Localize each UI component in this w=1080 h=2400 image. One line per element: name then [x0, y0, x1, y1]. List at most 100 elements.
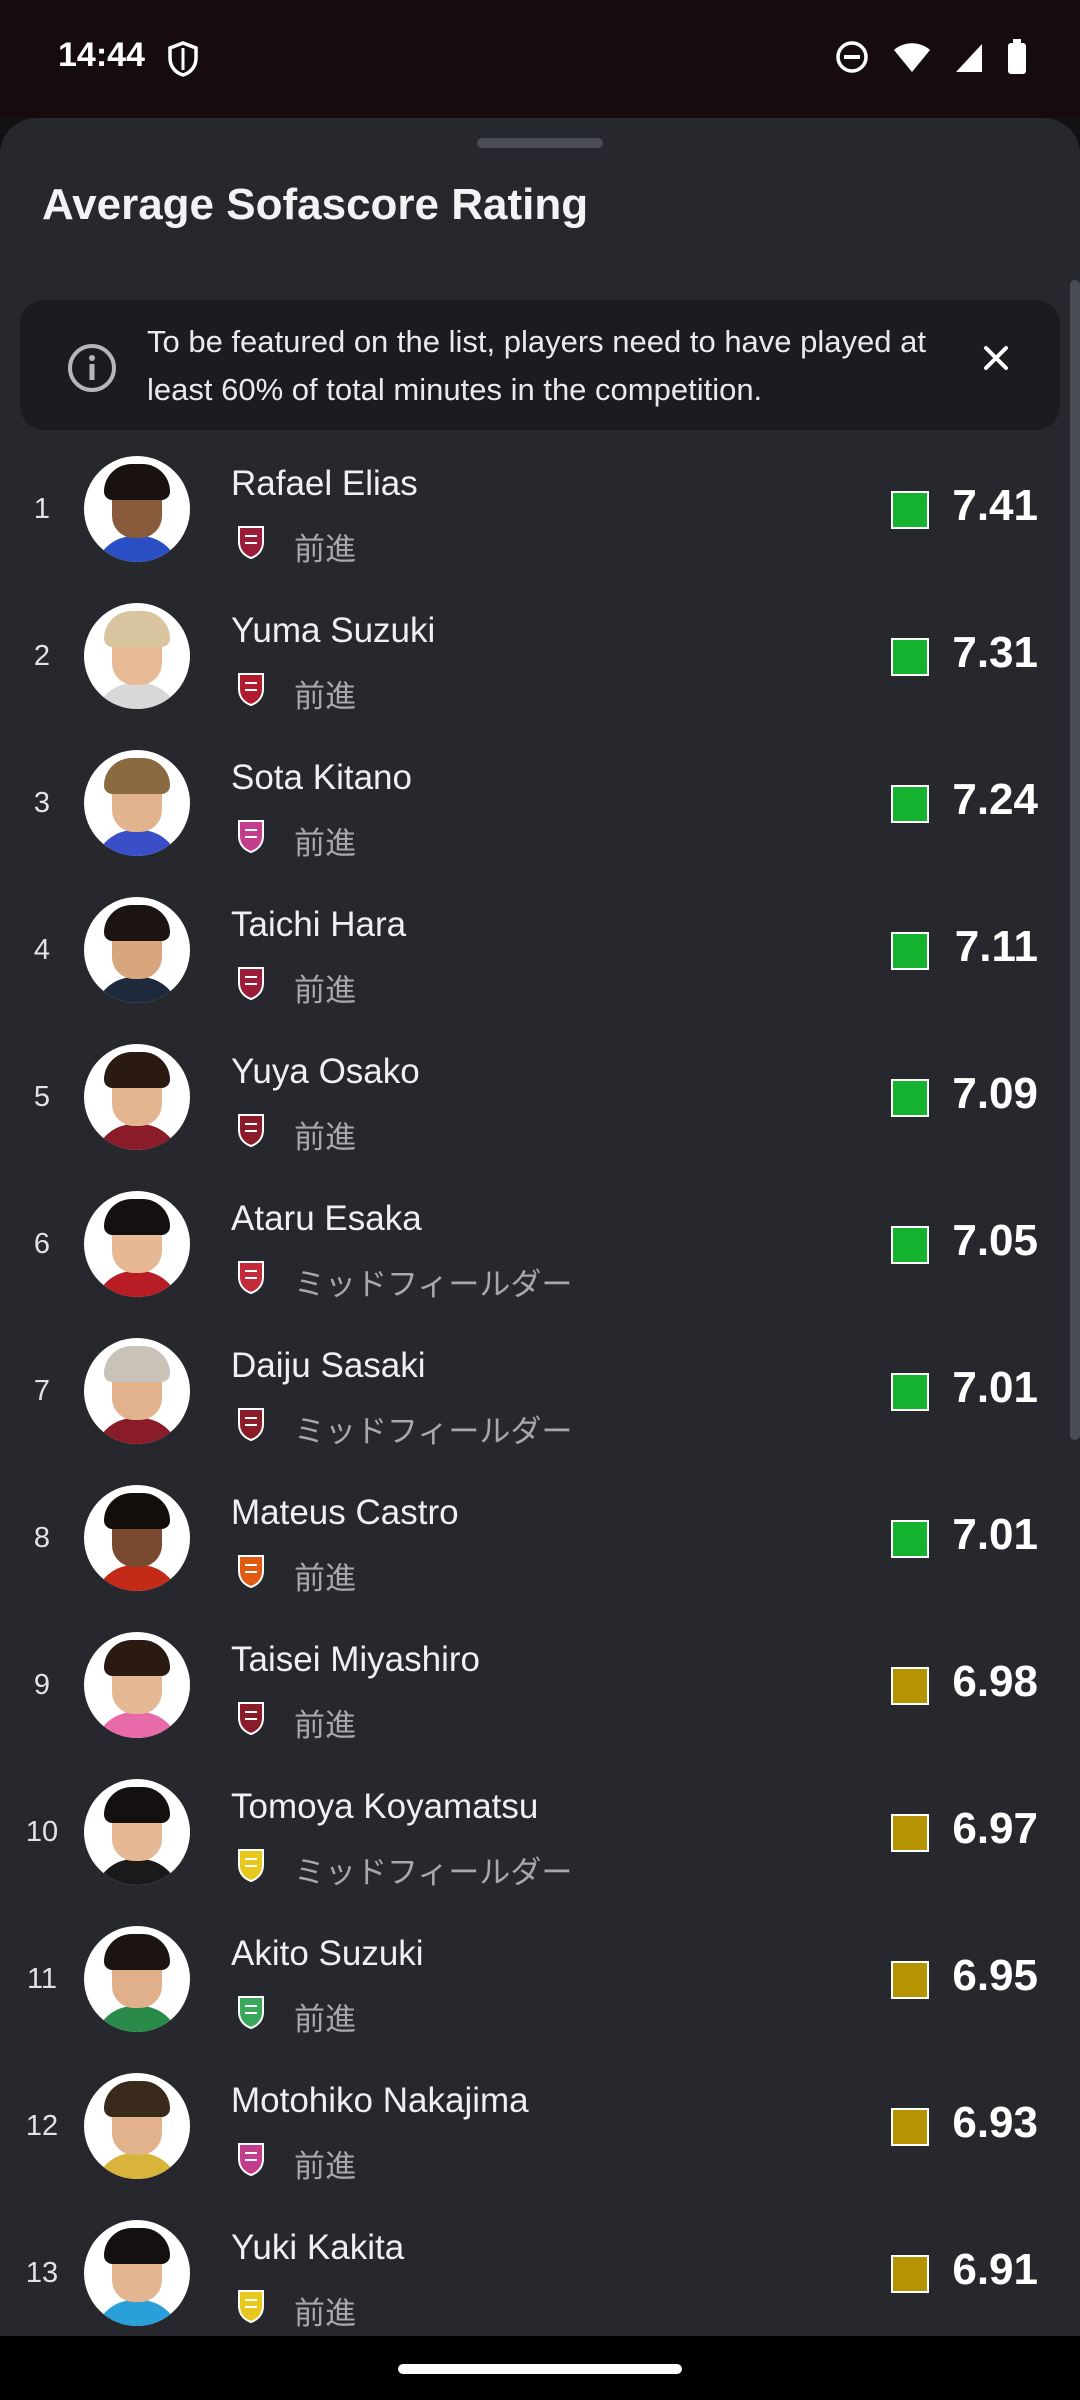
player-rank: 1 [33, 493, 51, 525]
close-icon[interactable] [976, 338, 1016, 378]
wifi-icon [892, 40, 932, 79]
info-banner: To be featured on the list, players need… [20, 300, 1060, 430]
player-name: Daiju Sasaki [231, 1346, 426, 1385]
player-rank: 8 [33, 1522, 51, 1554]
signal-icon [954, 40, 984, 79]
status-time: 14:44 [58, 36, 145, 74]
kyoto-sanga-badge-icon [236, 965, 266, 1001]
sheet-title: Average Sofascore Rating [42, 180, 589, 229]
player-name: Yuma Suzuki [231, 611, 436, 650]
rating-indicator [891, 2108, 929, 2146]
player-name: Taisei Miyashiro [231, 1640, 480, 1679]
vissel-kobe-badge-icon [236, 1700, 266, 1736]
player-rank: 9 [33, 1669, 51, 1701]
kashiwa-reysol-badge-icon [236, 1847, 266, 1883]
rating-indicator [891, 2255, 929, 2293]
rating-indicator [891, 785, 929, 823]
player-avatar [84, 2220, 190, 2326]
player-row[interactable]: 8 Mateus Castro 前進 7.01 [0, 1465, 1080, 1612]
player-name: Motohiko Nakajima [231, 2081, 529, 2120]
player-position: ミッドフィールダー [294, 1855, 573, 1890]
player-row[interactable]: 5 Yuya Osako 前進 7.09 [0, 1024, 1080, 1171]
player-position: 前進 [294, 532, 356, 567]
player-rank: 6 [33, 1228, 51, 1260]
status-bar: 14:44 [0, 0, 1080, 118]
rating-indicator [891, 491, 929, 529]
player-rank: 7 [33, 1375, 51, 1407]
player-row[interactable]: 1 Rafael Elias 前進 7.41 [0, 436, 1080, 583]
player-position: ミッドフィールダー [294, 1414, 573, 1449]
player-position: 前進 [294, 1708, 356, 1743]
player-rating: 6.93 [952, 2098, 1038, 2147]
player-rank: 13 [25, 2257, 59, 2289]
player-rating: 6.95 [952, 1951, 1038, 2000]
player-avatar [84, 1926, 190, 2032]
player-row[interactable]: 12 Motohiko Nakajima 前進 6.93 [0, 2053, 1080, 2200]
rating-indicator [891, 1520, 929, 1558]
player-row[interactable]: 6 Ataru Esaka ミッドフィールダー 7.05 [0, 1171, 1080, 1318]
player-avatar [84, 1044, 190, 1150]
player-position: 前進 [294, 2002, 356, 2037]
player-row[interactable]: 13 Yuki Kakita 前進 6.91 [0, 2200, 1080, 2336]
player-rank: 5 [33, 1081, 51, 1113]
player-rank: 10 [25, 1816, 59, 1848]
player-rating: 7.05 [952, 1216, 1038, 1265]
vissel-kobe-badge-icon [236, 1112, 266, 1148]
player-avatar [84, 1632, 190, 1738]
player-position: 前進 [294, 2296, 356, 2331]
fagiano-okayama-badge-icon [236, 1259, 266, 1295]
player-position: 前進 [294, 826, 356, 861]
player-rating: 7.01 [952, 1363, 1038, 1412]
shonan-bellmare-badge-icon [236, 1994, 266, 2030]
player-rank: 12 [25, 2110, 59, 2142]
player-name: Tomoya Koyamatsu [231, 1787, 539, 1826]
battery-icon [1006, 38, 1028, 81]
player-row[interactable]: 4 Taichi Hara 前進 7.11 [0, 877, 1080, 1024]
info-icon [66, 342, 118, 399]
rating-indicator [891, 932, 929, 970]
player-rating: 6.97 [952, 1804, 1038, 1853]
player-name: Yuya Osako [231, 1052, 420, 1091]
player-row[interactable]: 9 Taisei Miyashiro 前進 6.98 [0, 1612, 1080, 1759]
cerezo-osaka-badge-icon [236, 818, 266, 854]
player-avatar [84, 897, 190, 1003]
player-position: 前進 [294, 1120, 356, 1155]
player-avatar [84, 456, 190, 562]
nagoya-grampus-badge-icon [236, 1553, 266, 1589]
info-text: To be featured on the list, players need… [147, 324, 926, 407]
player-avatar [84, 603, 190, 709]
rating-indicator [891, 1814, 929, 1852]
cerezo-osaka-badge-icon [236, 2141, 266, 2177]
kashima-antlers-badge-icon [236, 671, 266, 707]
player-rank: 11 [26, 1963, 58, 1995]
player-avatar [84, 1338, 190, 1444]
kashiwa-reysol-badge-icon [236, 2288, 266, 2324]
rating-indicator [891, 638, 929, 676]
player-avatar [84, 2073, 190, 2179]
player-rating: 6.98 [952, 1657, 1038, 1706]
player-avatar [84, 750, 190, 856]
rating-indicator [891, 1373, 929, 1411]
player-row[interactable]: 10 Tomoya Koyamatsu ミッドフィールダー 6.97 [0, 1759, 1080, 1906]
player-position: 前進 [294, 679, 356, 714]
home-gesture-handle[interactable] [398, 2364, 682, 2374]
player-row[interactable]: 7 Daiju Sasaki ミッドフィールダー 7.01 [0, 1318, 1080, 1465]
player-position: 前進 [294, 973, 356, 1008]
player-name: Taichi Hara [231, 905, 407, 944]
player-row[interactable]: 3 Sota Kitano 前進 7.24 [0, 730, 1080, 877]
player-row[interactable]: 2 Yuma Suzuki 前進 7.31 [0, 583, 1080, 730]
player-avatar [84, 1485, 190, 1591]
player-rank: 3 [33, 787, 51, 819]
shield-icon [166, 40, 200, 83]
player-rating: 7.09 [952, 1069, 1038, 1118]
rating-indicator [891, 1961, 929, 1999]
vissel-kobe-badge-icon [236, 1406, 266, 1442]
drag-handle[interactable] [477, 138, 603, 148]
player-rating: 6.91 [952, 2245, 1038, 2294]
player-position: 前進 [294, 1561, 356, 1596]
player-row[interactable]: 11 Akito Suzuki 前進 6.95 [0, 1906, 1080, 2053]
player-rating: 7.11 [954, 922, 1038, 971]
player-list: 1 Rafael Elias 前進 7.41 2 Yuma Suzuki 前進 … [0, 436, 1080, 2336]
player-rating: 7.31 [952, 628, 1038, 677]
player-name: Akito Suzuki [231, 1934, 424, 1973]
